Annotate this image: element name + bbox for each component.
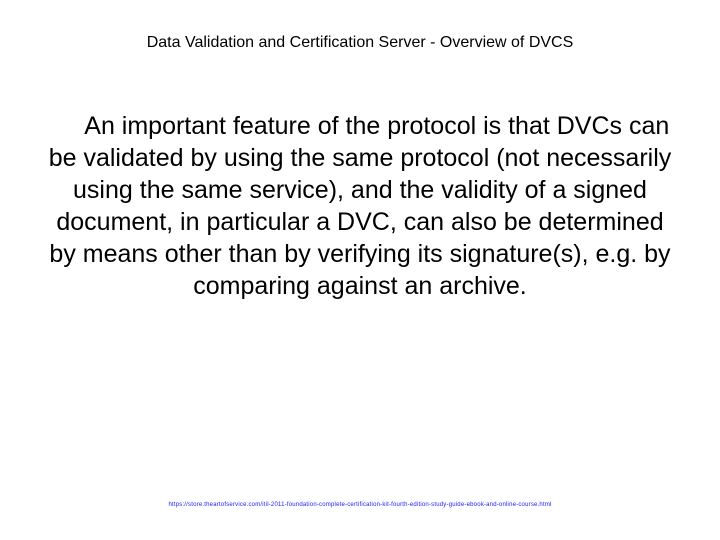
bullet-row: 1 An important feature of the protocol i…: [40, 110, 680, 302]
slide-title: Data Validation and Certification Server…: [0, 34, 720, 52]
slide-body: 1 An important feature of the protocol i…: [40, 110, 680, 302]
bullet-number: 1: [51, 110, 79, 141]
bullet-text: An important feature of the protocol is …: [49, 112, 672, 300]
slide: Data Validation and Certification Server…: [0, 0, 720, 540]
footer-link[interactable]: https://store.theartofservice.com/itil-2…: [0, 502, 720, 508]
